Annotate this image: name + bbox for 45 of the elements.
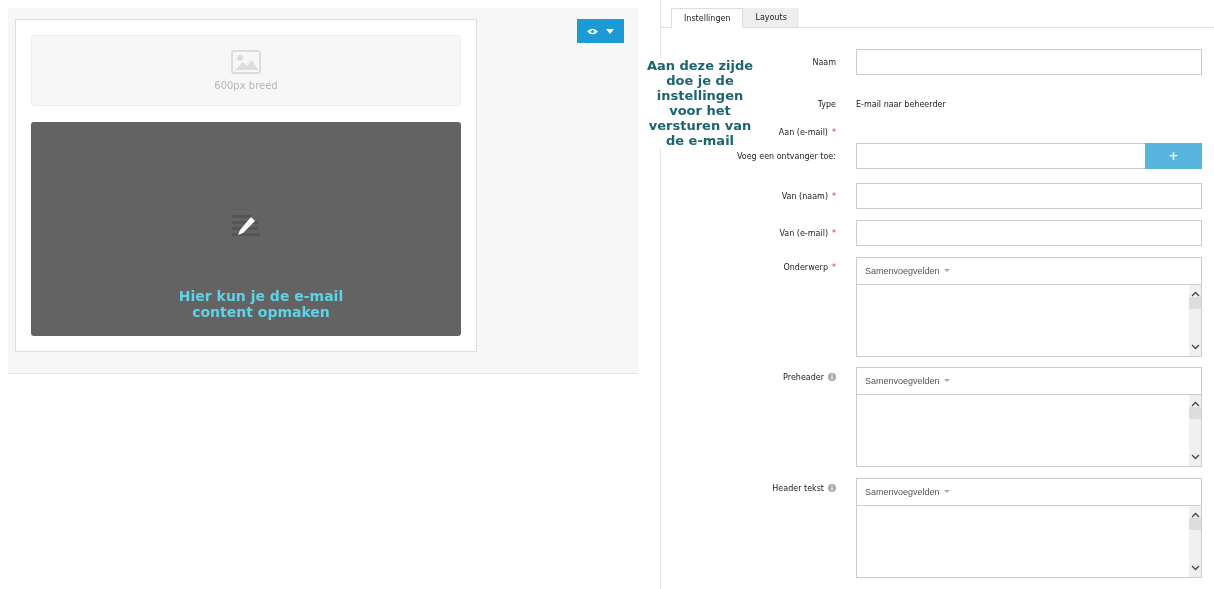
text-editor[interactable]: Samenvoegvelden bbox=[856, 257, 1202, 357]
image-caption: 600px breed bbox=[214, 80, 278, 91]
field-value: E-mail naar beheerder bbox=[856, 100, 946, 109]
required-mark: * bbox=[832, 263, 836, 272]
annotation: Hier kun je de e-mail content opmaken bbox=[177, 288, 345, 320]
scroll-down-icon[interactable] bbox=[1190, 565, 1200, 571]
field-label: Naam bbox=[812, 58, 836, 67]
field-label: Aan (e-mail) bbox=[778, 128, 828, 137]
scroll-thumb[interactable] bbox=[1189, 407, 1201, 419]
field-label: Onderwerp bbox=[783, 263, 828, 272]
field-label: Voeg een ontvanger toe: bbox=[736, 152, 836, 161]
scrollbar[interactable] bbox=[1189, 506, 1201, 577]
field-label: Type bbox=[817, 100, 836, 109]
scroll-up-icon[interactable] bbox=[1190, 512, 1200, 518]
caret-icon bbox=[943, 269, 950, 273]
scroll-up-icon[interactable] bbox=[1190, 291, 1200, 297]
required-mark: * bbox=[832, 192, 836, 201]
required-mark: * bbox=[832, 128, 836, 137]
text-field[interactable] bbox=[856, 49, 1202, 75]
scroll-down-icon[interactable] bbox=[1190, 344, 1200, 350]
text-editor[interactable]: Samenvoegvelden bbox=[856, 478, 1202, 578]
eye-icon bbox=[587, 27, 598, 35]
scroll-up-icon[interactable] bbox=[1190, 401, 1200, 407]
required-mark: * bbox=[832, 229, 836, 238]
field-label: Header tekst bbox=[772, 484, 824, 493]
caret-icon bbox=[943, 379, 950, 383]
recipient-field[interactable] bbox=[856, 143, 1145, 169]
preview-dropdown-button[interactable] bbox=[577, 19, 624, 43]
text-field[interactable] bbox=[856, 183, 1202, 209]
scroll-down-icon[interactable] bbox=[1190, 454, 1200, 460]
field-label: Van (naam) bbox=[781, 192, 828, 201]
scroll-thumb[interactable] bbox=[1189, 518, 1201, 530]
text-field[interactable] bbox=[856, 220, 1202, 246]
caret-icon bbox=[606, 28, 614, 34]
field-label: Preheader bbox=[783, 373, 824, 382]
scrollbar[interactable] bbox=[1189, 395, 1201, 466]
text-editor[interactable]: Samenvoegvelden bbox=[856, 367, 1202, 467]
tab[interactable]: Layouts bbox=[743, 8, 799, 27]
field-label: Van (e-mail) bbox=[779, 229, 828, 238]
scroll-thumb[interactable] bbox=[1189, 297, 1201, 309]
edit-icon bbox=[231, 214, 261, 238]
caret-icon bbox=[943, 490, 950, 494]
scrollbar[interactable] bbox=[1189, 285, 1201, 356]
image-icon bbox=[231, 50, 261, 74]
tab[interactable]: Instellingen bbox=[671, 8, 744, 28]
